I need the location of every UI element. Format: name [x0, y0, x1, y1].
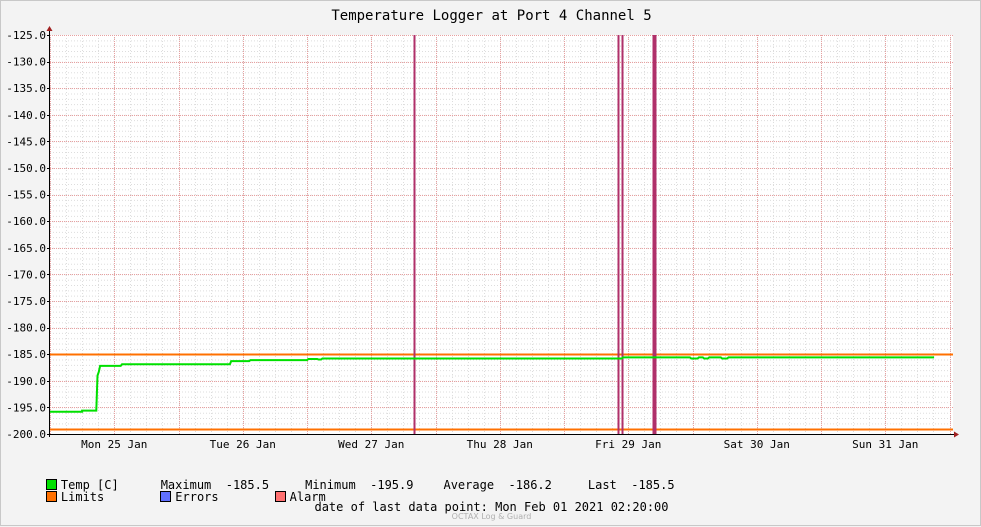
y-tick-label: -185.0	[6, 348, 46, 361]
y-tick-label: -125.0	[6, 29, 46, 42]
y-tick-label: -160.0	[6, 215, 46, 228]
y-tick-label: -150.0	[6, 162, 46, 175]
y-axis-arrow	[46, 26, 53, 31]
x-tick-label: Tue 26 Jan	[210, 438, 276, 451]
watermark: OCTAX Log & Guard	[451, 512, 532, 521]
stat-average: Average -186.2	[443, 478, 551, 492]
y-tick-label: -140.0	[6, 109, 46, 122]
plot-area	[50, 35, 953, 434]
y-tick-label: -130.0	[6, 56, 46, 69]
y-tick-label: -175.0	[6, 295, 46, 308]
y-tick-label: -170.0	[6, 268, 46, 281]
x-tick-labels: Mon 25 Jan Tue 26 Jan Wed 27 Jan Thu 28 Jan…	[81, 438, 918, 451]
y-tick-label: -165.0	[6, 242, 46, 255]
y-tick-label: -145.0	[6, 135, 46, 148]
chart-svg: -125.0 -130.0 -135.0 -140.0 -145.0 -150.0 -155…	[6, 8, 959, 451]
y-tick-label: -190.0	[6, 375, 46, 388]
x-tick-label: Thu 28 Jan	[467, 438, 533, 451]
stat-average-label: Average	[443, 478, 495, 492]
stat-minimum-value: -195.9	[370, 478, 414, 492]
y-tick-label: -200.0	[6, 428, 46, 441]
chart-title: Temperature Logger at Port 4 Channel 5	[331, 8, 651, 24]
chart-frame: -125.0 -130.0 -135.0 -140.0 -145.0 -150.0 -155…	[0, 0, 981, 526]
y-tick-label: -180.0	[6, 322, 46, 335]
x-tick-label: Wed 27 Jan	[338, 438, 404, 451]
stat-average-value: -186.2	[508, 478, 552, 492]
x-tick-label: Sun 31 Jan	[852, 438, 918, 451]
legend-row-2: Limits Errors Alarm	[17, 476, 326, 504]
x-axis-arrow	[954, 431, 959, 438]
y-tick-label: -195.0	[6, 401, 46, 414]
y-tick-label: -135.0	[6, 82, 46, 95]
stat-last: Last -185.5	[588, 478, 675, 492]
x-tick-label: Sat 30 Jan	[724, 438, 790, 451]
stat-last-label: Last	[587, 478, 617, 492]
x-tick-label: Fri 29 Jan	[595, 438, 661, 451]
y-tick-labels: -125.0 -130.0 -135.0 -140.0 -145.0 -150.0 -155…	[6, 29, 50, 441]
y-tick-label: -155.0	[6, 189, 46, 202]
stat-last-value: -185.5	[631, 478, 675, 492]
x-tick-label: Mon 25 Jan	[81, 438, 147, 451]
